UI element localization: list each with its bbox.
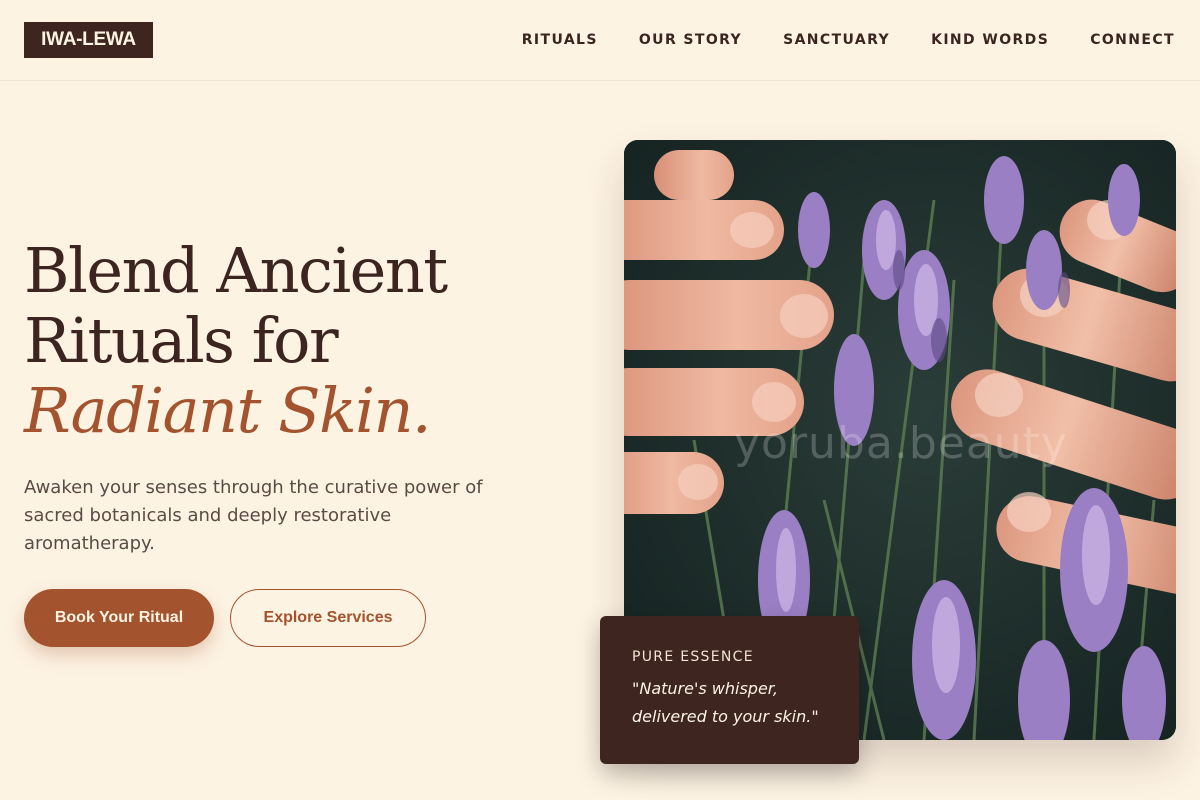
book-ritual-button[interactable]: Book Your Ritual <box>24 589 214 647</box>
hero-title-line-1: Blend Ancient <box>24 234 448 307</box>
explore-services-button[interactable]: Explore Services <box>230 589 426 647</box>
hero-title-accent: Radiant Skin. <box>24 374 432 447</box>
logo[interactable]: IWA-LEWA <box>24 22 153 58</box>
nav-item-connect[interactable]: CONNECT <box>1090 31 1175 49</box>
hero-subtitle: Awaken your senses through the curative … <box>24 477 483 554</box>
hero-title-line-2: Rituals for <box>24 304 339 377</box>
hero-title: Blend Ancient Rituals for Radiant Skin. <box>24 236 584 446</box>
quote-text: "Nature's whisper, delivered to your ski… <box>632 679 819 726</box>
image-watermark: yoruba.beauty <box>734 418 1068 469</box>
main-nav: RITUALS OUR STORY SANCTUARY KIND WORDS C… <box>522 31 1175 49</box>
nav-item-rituals[interactable]: RITUALS <box>522 31 598 49</box>
nav-item-kind-words[interactable]: KIND WORDS <box>931 31 1049 49</box>
quote-label: PURE ESSENCE <box>632 649 754 665</box>
nav-item-our-story[interactable]: OUR STORY <box>639 31 742 49</box>
site-header: IWA-LEWA RITUALS OUR STORY SANCTUARY KIN… <box>0 0 1200 81</box>
nav-item-sanctuary[interactable]: SANCTUARY <box>783 31 890 49</box>
quote-card: PURE ESSENCE "Nature's whisper, delivere… <box>600 616 859 764</box>
